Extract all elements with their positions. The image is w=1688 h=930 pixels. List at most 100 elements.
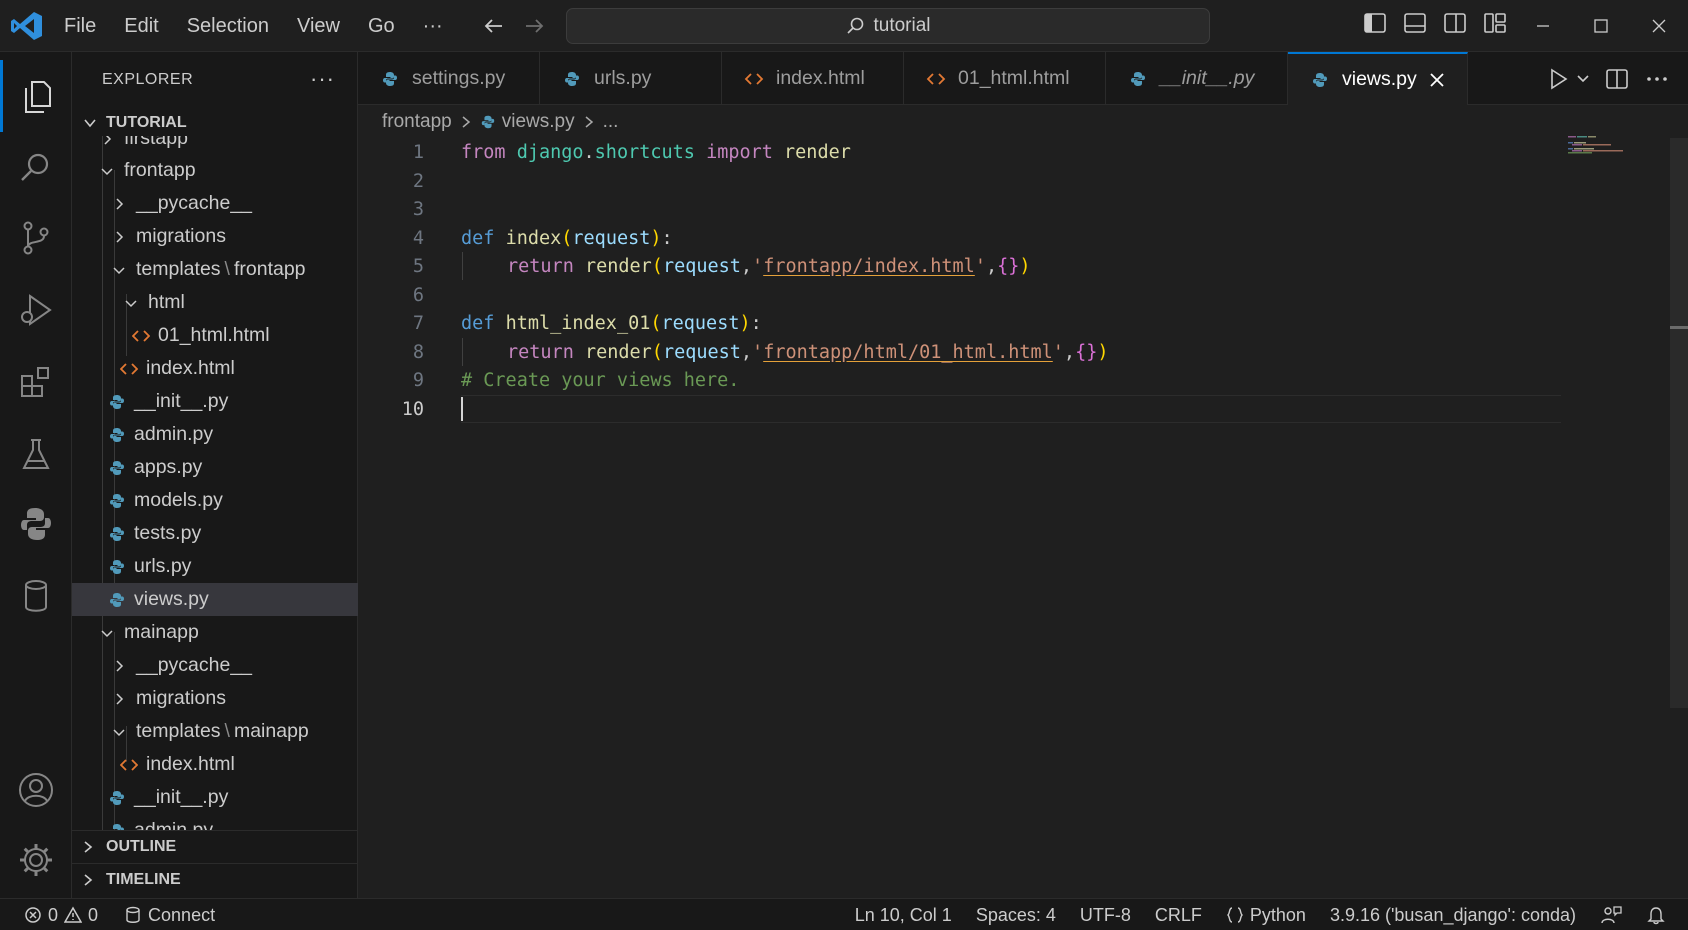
back-arrow-icon[interactable] [480,12,508,40]
tree-item-urls-py[interactable]: urls.py [72,550,358,583]
breadcrumb-folder[interactable]: frontapp [382,111,452,133]
breadcrumb-file[interactable]: views.py [502,111,575,133]
tree-item-migrations[interactable]: migrations [72,220,358,253]
activity-extensions[interactable] [0,346,72,418]
language-mode[interactable]: Python [1226,905,1306,926]
line-text: return render(request,'frontapp/html/01_… [507,341,1109,363]
activity-source-control[interactable] [0,202,72,274]
menu-more[interactable]: ··· [409,15,457,38]
indentation-setting[interactable]: Spaces: 4 [976,905,1056,926]
code-line-5: 5 return render(request,'frontapp/index.… [358,252,1558,280]
end-of-line[interactable]: CRLF [1155,905,1202,926]
toggle-secondary-sidebar-icon[interactable] [1442,10,1468,36]
html-file-icon [120,758,138,771]
split-editor-icon[interactable] [1604,66,1630,92]
close-window-button[interactable] [1630,0,1688,52]
tree-item-mainapp-migrations[interactable]: migrations [72,682,358,715]
scrollbar-cursor-marker [1670,326,1688,329]
menu-go[interactable]: Go [354,15,409,38]
tree-item-mainapp-init-py[interactable]: __init__.py [72,781,358,814]
tree-item-apps-py[interactable]: apps.py [72,451,358,484]
tab-init-py[interactable]: __init__.py [1106,52,1288,105]
file-encoding[interactable]: UTF-8 [1080,905,1131,926]
problems-indicator[interactable]: 0 0 [24,905,98,926]
more-actions-icon[interactable] [1644,66,1670,92]
tab-settings-py[interactable]: settings.py [358,52,540,105]
maximize-button[interactable] [1572,0,1630,52]
connect-button[interactable]: Connect [124,905,215,926]
cursor-position[interactable]: Ln 10, Col 1 [855,905,952,926]
breadcrumb-symbol[interactable]: ... [603,111,619,133]
vscode-logo-icon[interactable] [10,10,44,42]
tree-item-frontapp[interactable]: frontapp [72,154,358,187]
tree-item-tests-py[interactable]: tests.py [72,517,358,550]
tree-item-html-folder[interactable]: html [72,286,358,319]
tree-item-01-html[interactable]: 01_html.html [72,319,358,352]
close-tab-icon[interactable] [1427,70,1447,90]
chevron-down-icon [101,629,113,637]
python-file-icon [110,493,124,508]
minimap[interactable] [1568,134,1628,164]
html-file-icon [744,72,764,85]
tree-item-mainapp-pycache[interactable]: __pycache__ [72,649,358,682]
menu-view[interactable]: View [283,15,354,38]
forward-arrow-icon[interactable] [520,12,548,40]
run-python-icon[interactable] [1546,66,1572,92]
tree-item-pycache[interactable]: __pycache__ [72,187,358,220]
tree-item-index-html[interactable]: index.html [72,352,358,385]
notifications-bell-icon[interactable] [1646,905,1666,925]
vertical-scrollbar[interactable] [1670,138,1688,708]
activity-database[interactable] [0,560,72,632]
code-editor[interactable]: 1 from django.shortcuts import render 2 … [358,138,1561,838]
toggle-panel-icon[interactable] [1402,10,1428,36]
tree-item-views-py[interactable]: views.py [72,583,358,616]
outline-section[interactable]: OUTLINE [72,830,358,863]
menu-file[interactable]: File [50,15,110,38]
tree-item-mainapp-admin-py[interactable]: admin.py [72,814,358,830]
activity-accounts[interactable] [0,754,72,826]
tree-item-label: html [148,291,185,313]
activity-python[interactable] [0,488,72,560]
activity-explorer[interactable] [0,60,72,132]
activity-testing[interactable] [0,418,72,490]
command-center-search[interactable]: tutorial [566,8,1210,44]
tab-urls-py[interactable]: urls.py [540,52,722,105]
line-number: 4 [412,227,424,249]
explorer-header: EXPLORER ··· [72,52,357,108]
tab-views-py[interactable]: views.py [1288,52,1468,105]
tree-item-templates-mainapp[interactable]: templates \ mainapp [72,715,358,748]
activity-manage[interactable] [0,824,72,896]
python-interpreter[interactable]: 3.9.16 ('busan_django': conda) [1330,905,1576,926]
tab-01-html[interactable]: 01_html.html [904,52,1106,105]
activity-search[interactable] [0,132,72,204]
line-text: from django.shortcuts import render [461,141,851,163]
python-icon [21,508,51,540]
explorer-more-button[interactable]: ··· [310,66,335,92]
chevron-down-icon[interactable] [1576,66,1590,92]
tree-item-templates-frontapp[interactable]: templates \ frontapp [72,253,358,286]
tree-item-label-2: frontapp [233,258,306,280]
tree-item-label: __pycache__ [136,192,253,214]
extensions-icon [21,367,49,397]
tree-item-admin-py[interactable]: admin.py [72,418,358,451]
tab-label: 01_html.html [958,67,1070,89]
workspace-root-header[interactable]: TUTORIAL [72,108,187,138]
feedback-icon[interactable] [1600,904,1622,926]
minimize-button[interactable] [1514,0,1572,52]
toggle-primary-sidebar-icon[interactable] [1362,10,1388,36]
chevron-right-icon [116,659,124,672]
tree-item-mainapp[interactable]: mainapp [72,616,358,649]
tab-index-html[interactable]: index.html [722,52,904,105]
timeline-section[interactable]: TIMELINE [72,863,358,896]
tree-item-init-py[interactable]: __init__.py [72,385,358,418]
tree-item-mainapp-index-html[interactable]: index.html [72,748,358,781]
tab-label: settings.py [412,67,506,89]
activity-run-debug[interactable] [0,274,72,346]
menu-edit[interactable]: Edit [110,15,172,38]
tree-item-firstapp[interactable]: firstapp [72,136,358,155]
tree-item-label: index.html [146,357,235,379]
code-line-7: 7 def html_index_01(request): [358,309,1558,337]
customize-layout-icon[interactable] [1482,10,1508,36]
tree-item-models-py[interactable]: models.py [72,484,358,517]
menu-selection[interactable]: Selection [173,15,283,38]
